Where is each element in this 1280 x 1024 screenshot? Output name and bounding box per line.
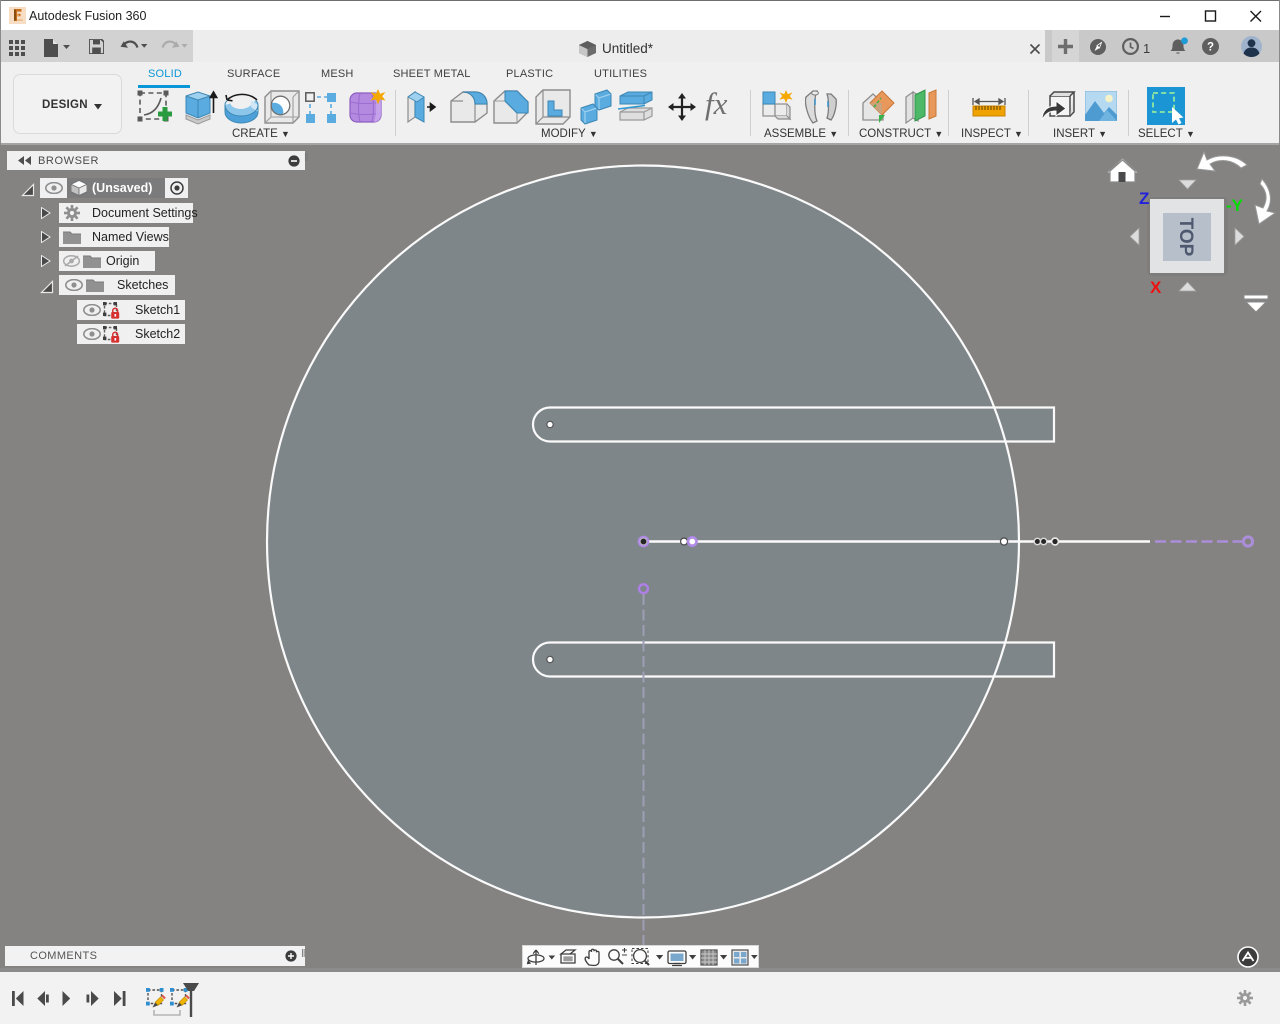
svg-text:?: ? xyxy=(1207,42,1214,54)
svg-text:X: X xyxy=(1150,278,1162,297)
svg-text:TOP: TOP xyxy=(1175,218,1196,257)
svg-text:-Y: -Y xyxy=(1226,196,1244,215)
svg-text:Z: Z xyxy=(1139,189,1149,208)
